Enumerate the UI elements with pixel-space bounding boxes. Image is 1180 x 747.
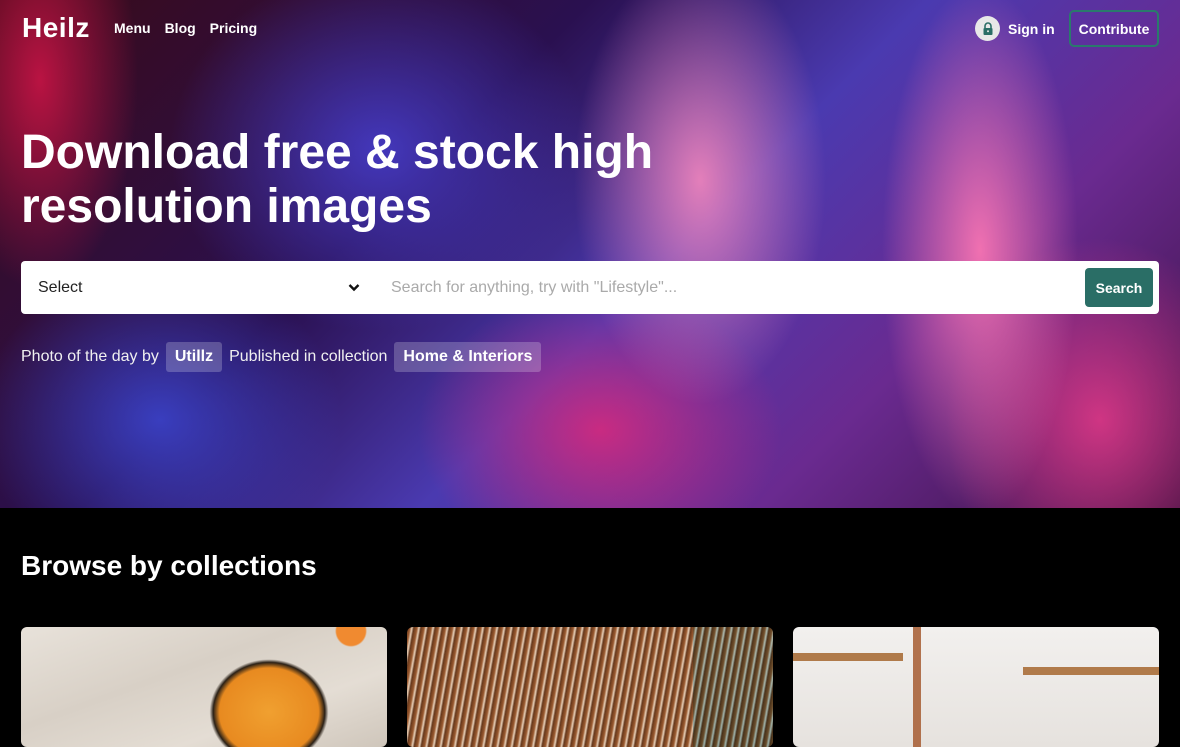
headline-line-2: resolution images <box>21 180 432 233</box>
nav-links: Menu Blog Pricing <box>114 20 257 36</box>
search-input[interactable] <box>376 261 1085 314</box>
author-tag[interactable]: Utillz <box>165 342 223 372</box>
search-bar: Select Search <box>21 261 1159 314</box>
browse-title: Browse by collections <box>21 550 317 581</box>
contribute-button[interactable]: Contribute <box>1069 10 1159 47</box>
lock-icon <box>975 16 1000 41</box>
collection-tag[interactable]: Home & Interiors <box>394 342 542 372</box>
logo[interactable]: Heilz <box>22 12 90 44</box>
browse-section: Browse by collections <box>0 508 1180 747</box>
sign-in-link[interactable]: Sign in <box>975 16 1055 41</box>
hero-headline: Download free & stock high resolution im… <box>21 126 721 234</box>
select-value: Select <box>38 278 83 296</box>
credit-prefix: Photo of the day by <box>21 348 159 365</box>
shelf-left <box>793 653 903 661</box>
shelf-right <box>1023 667 1159 675</box>
chevron-down-icon <box>348 279 360 297</box>
search-button[interactable]: Search <box>1085 268 1153 307</box>
photo-credit: Photo of the day by Utillz Published in … <box>21 342 542 372</box>
collection-card-palm-leaf[interactable] <box>407 627 773 747</box>
collection-card-kitchen[interactable] <box>793 627 1159 747</box>
nav-link-pricing[interactable]: Pricing <box>210 20 257 36</box>
top-nav: Heilz Menu Blog Pricing Sign in Contribu… <box>0 0 1180 56</box>
sky-area <box>693 627 773 747</box>
collection-card-peach-tart[interactable] <box>21 627 387 747</box>
sign-in-label: Sign in <box>1008 20 1055 37</box>
nav-link-blog[interactable]: Blog <box>165 20 196 36</box>
category-select[interactable]: Select <box>21 261 376 314</box>
headline-line-1: Download free & stock high <box>21 126 654 179</box>
hero-section: Heilz Menu Blog Pricing Sign in Contribu… <box>0 0 1180 508</box>
nav-link-menu[interactable]: Menu <box>114 20 151 36</box>
credit-middle: Published in collection <box>229 348 388 365</box>
